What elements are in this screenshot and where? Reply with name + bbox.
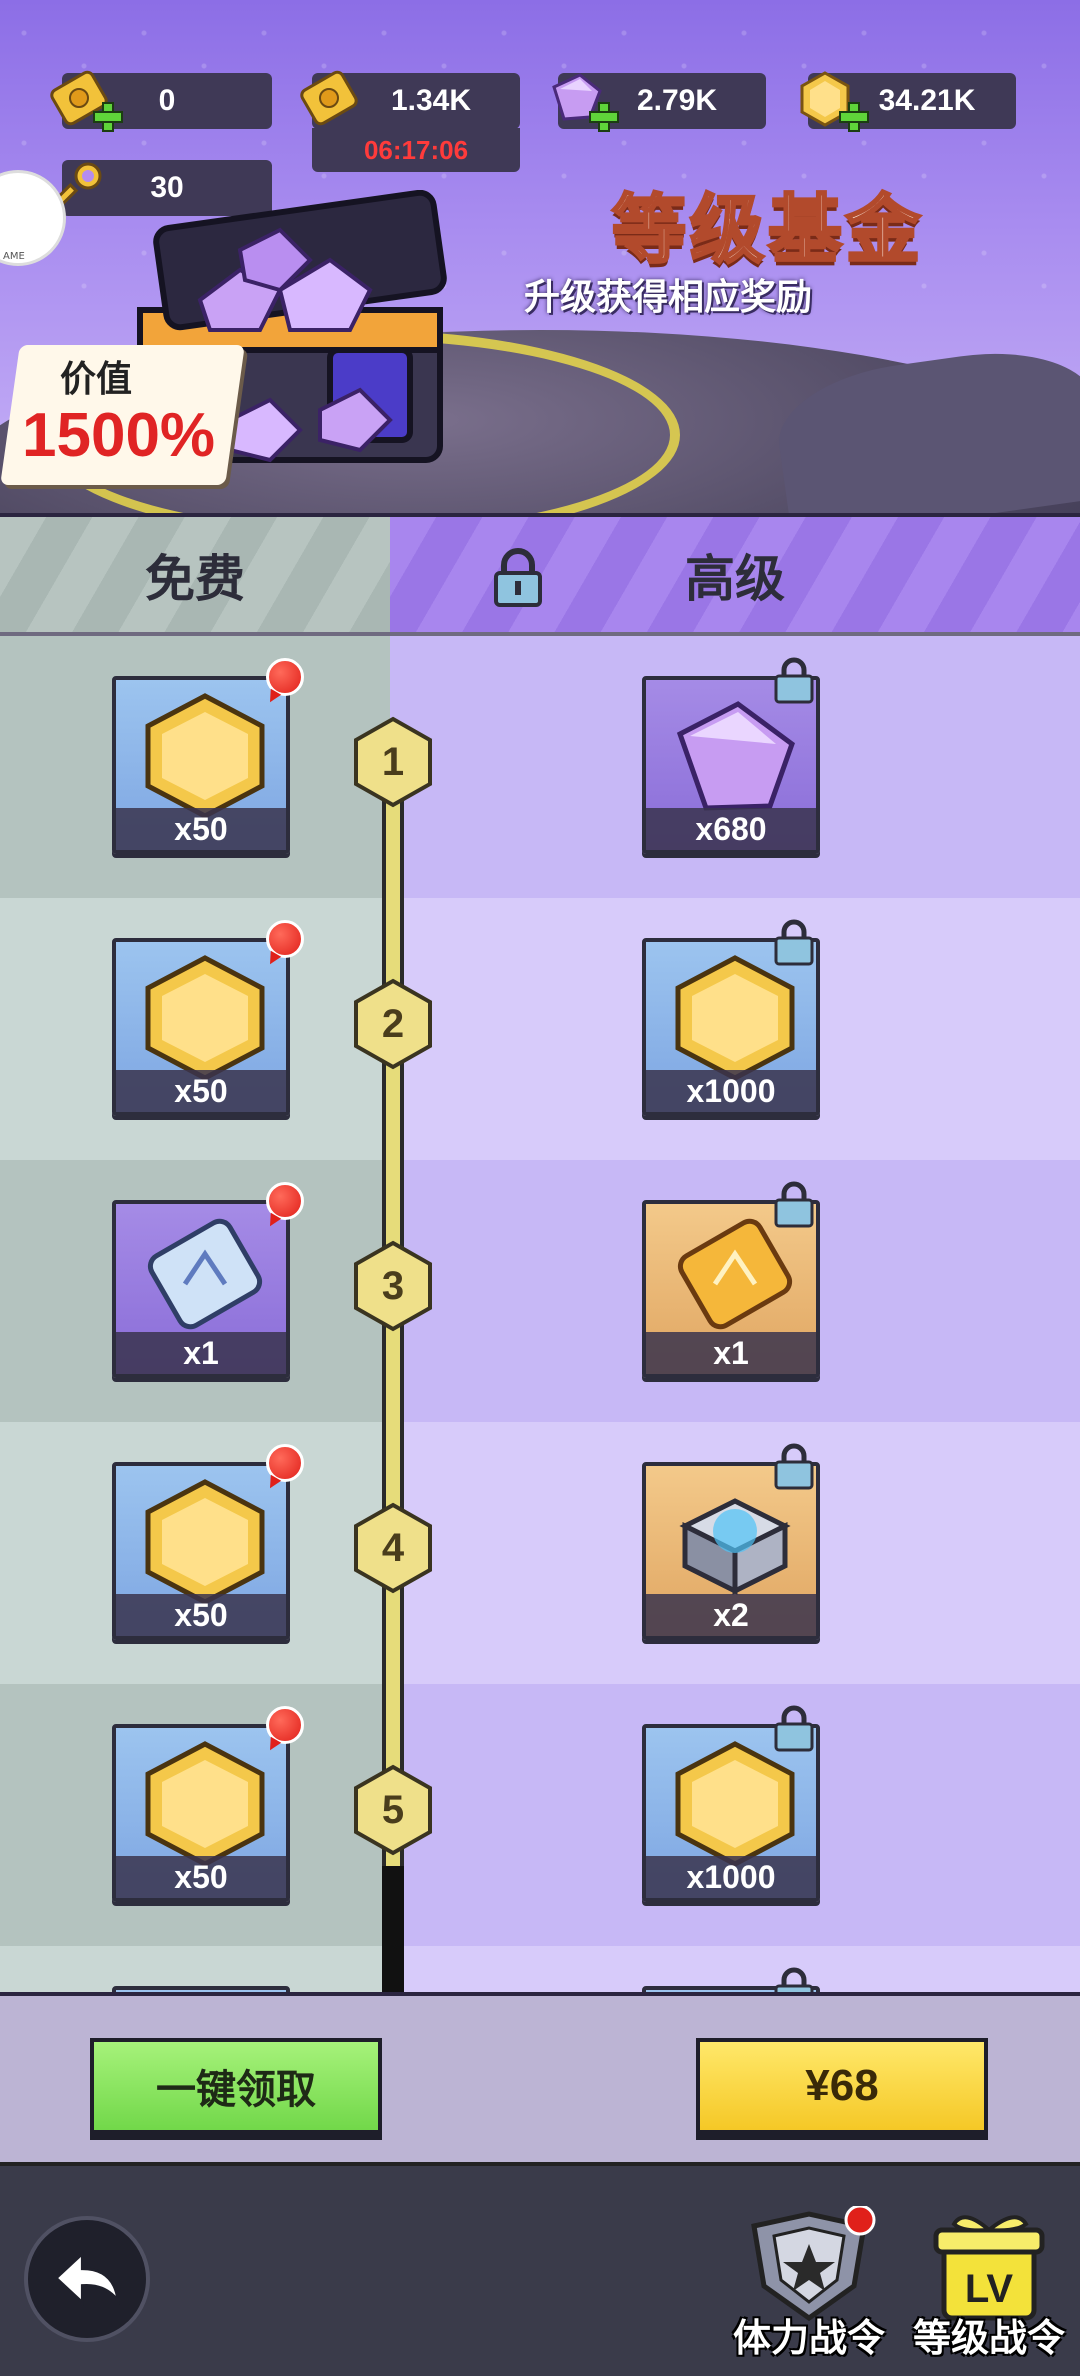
plus-icon[interactable] — [92, 101, 124, 133]
level-number: 3 — [381, 1263, 405, 1308]
reward-quantity: x50 — [116, 1594, 286, 1636]
free-reward-card[interactable]: x50 — [112, 1462, 290, 1640]
notification-badge — [266, 1706, 304, 1744]
bottom-nav: 体力战令 LV 等级战令 — [0, 2162, 1080, 2376]
lock-icon — [774, 1443, 814, 1490]
coin-icon — [145, 1741, 265, 1867]
notification-badge — [266, 920, 304, 958]
ticket-b-counter[interactable]: 1.34K — [300, 70, 520, 129]
back-arrow-icon — [54, 2250, 120, 2306]
tier-tabs: 免费 高级 — [0, 513, 1080, 633]
stamina-pass-button[interactable]: 体力战令 — [724, 2204, 894, 2376]
page-title: 等级基金 — [611, 186, 924, 275]
claim-all-button[interactable]: 一键领取 — [90, 2038, 382, 2134]
notification-badge — [266, 1444, 304, 1482]
back-button[interactable] — [24, 2216, 150, 2342]
blue-ticket-icon — [147, 1218, 263, 1330]
buy-button[interactable]: ¥68 — [696, 2038, 988, 2134]
reward-quantity: x50 — [116, 1856, 286, 1898]
tab-premium[interactable]: 高级 — [390, 517, 1080, 633]
plus-icon[interactable] — [838, 101, 870, 133]
reward-list[interactable]: x50 1 x680 x50 2 x1000 x1 3 x1 x50 4 x2 … — [0, 636, 1080, 1992]
gem-icon — [676, 701, 795, 811]
ticket-b-amount: 1.34K — [390, 84, 472, 117]
tab-premium-label: 高级 — [685, 550, 785, 608]
reward-quantity: x680 — [646, 808, 816, 850]
reward-quantity: x2 — [646, 1594, 816, 1636]
coin-icon — [145, 1479, 265, 1605]
level-number: 1 — [381, 739, 405, 784]
lock-icon — [494, 548, 542, 607]
notification-badge — [266, 658, 304, 696]
coin-counter[interactable]: 34.21K — [800, 71, 1016, 132]
svg-text:LV: LV — [965, 2267, 1013, 2311]
level-pass-button[interactable]: LV 等级战令 — [904, 2206, 1074, 2376]
level-number: 2 — [381, 1001, 405, 1046]
reward-quantity: x1 — [116, 1332, 286, 1374]
tab-free[interactable]: 免费 — [0, 517, 390, 633]
ticket-a-counter[interactable]: 0 — [50, 70, 272, 132]
free-reward-card[interactable]: x1 — [112, 1200, 290, 1378]
gold-ticket-icon — [677, 1218, 793, 1330]
page-subtitle: 升级获得相应奖励 — [524, 277, 813, 318]
level-number: 4 — [381, 1525, 405, 1570]
reward-quantity: x50 — [116, 808, 286, 850]
plus-icon[interactable] — [588, 101, 620, 133]
value-label: 价值 — [60, 359, 133, 400]
lock-icon — [774, 657, 814, 704]
header-banner: 0 1.34K 06:17:06 2.79K 34.21K 30 AME 价值 … — [0, 0, 1080, 515]
reward-quantity: x1000 — [646, 1070, 816, 1112]
value-percent: 1500% — [22, 401, 216, 470]
reward-quantity: x1000 — [646, 1856, 816, 1898]
gem-amount: 2.79K — [636, 84, 718, 117]
tab-free-label: 免费 — [145, 550, 245, 608]
lock-icon — [774, 1181, 814, 1228]
coin-icon — [675, 955, 795, 1081]
metal-block-icon — [679, 1498, 791, 1596]
notification-badge — [266, 1182, 304, 1220]
level-track-locked — [382, 1866, 404, 1992]
free-reward-card[interactable]: x50 — [112, 676, 290, 854]
coin-icon — [145, 693, 265, 819]
coin-icon — [145, 955, 265, 1081]
reward-quantity: x50 — [116, 1070, 286, 1112]
free-reward-card[interactable]: x50 — [112, 938, 290, 1116]
refresh-timer: 06:17:06 — [312, 128, 520, 172]
level-number: 5 — [381, 1787, 405, 1832]
action-bar: 一键领取 ¥68 — [0, 1992, 1080, 2162]
coin-icon — [675, 1741, 795, 1867]
lock-icon — [774, 919, 814, 966]
reward-quantity: x1 — [646, 1332, 816, 1374]
level-pass-label: 等级战令 — [912, 2316, 1065, 2360]
gold-ticket-icon — [300, 70, 358, 126]
lock-icon — [774, 1967, 814, 1992]
free-reward-card[interactable]: x50 — [112, 1724, 290, 1902]
stamina-pass-label: 体力战令 — [732, 2316, 885, 2360]
gem-counter[interactable]: 2.79K — [552, 73, 766, 132]
ticket-a-amount: 0 — [158, 84, 176, 117]
lock-icon — [774, 1705, 814, 1752]
